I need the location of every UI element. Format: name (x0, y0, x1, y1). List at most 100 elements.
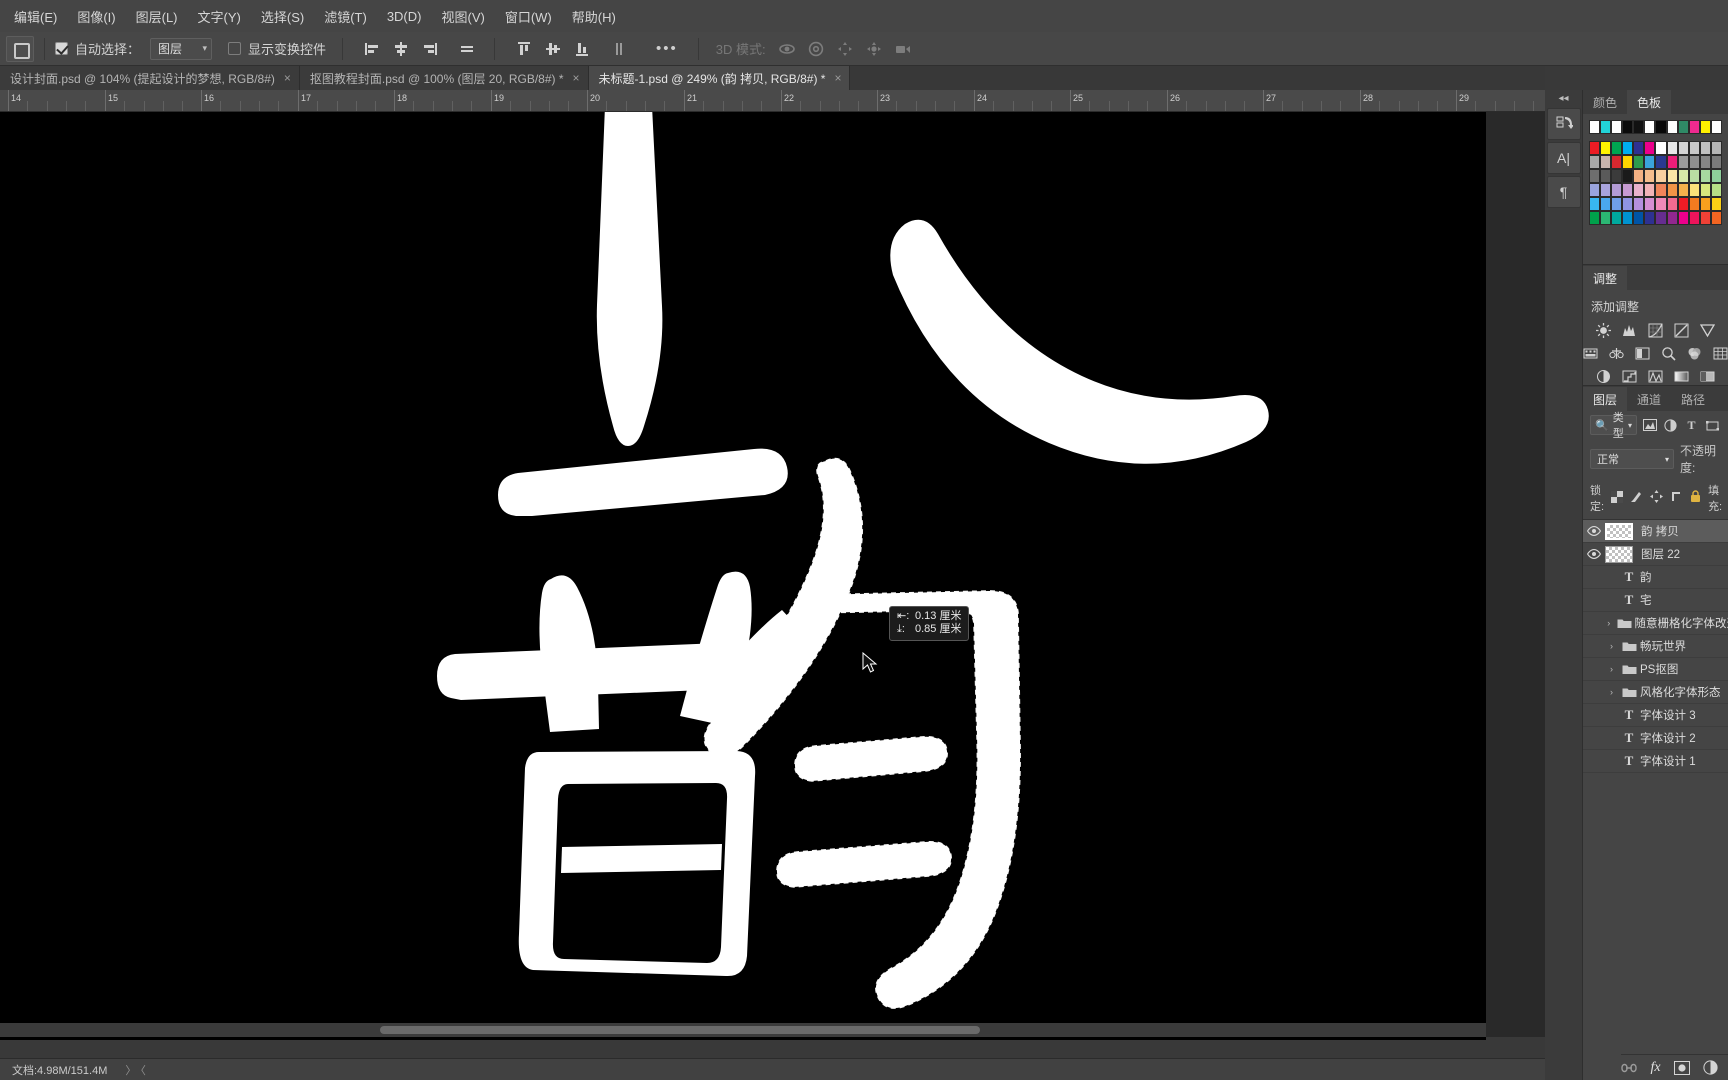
color-swatch[interactable] (1611, 211, 1623, 225)
close-icon[interactable]: × (834, 71, 841, 85)
lock-position-icon[interactable] (1650, 490, 1664, 506)
color-swatch[interactable] (1666, 197, 1678, 211)
layer-row[interactable]: 韵 拷贝 (1583, 520, 1728, 543)
group-expand-chevron-icon[interactable]: › (1605, 664, 1618, 674)
layer-row[interactable]: T 字体设计 2 (1583, 727, 1728, 750)
move-tool-icon[interactable] (6, 35, 34, 62)
align-left-edges-icon[interactable] (359, 37, 385, 61)
color-swatch[interactable] (1710, 141, 1722, 155)
color-swatch[interactable] (1622, 169, 1634, 183)
photo-filter-icon[interactable] (1660, 345, 1677, 361)
color-swatch[interactable] (1644, 183, 1656, 197)
color-swatch[interactable] (1666, 155, 1678, 169)
color-swatch[interactable] (1666, 120, 1678, 134)
color-swatch[interactable] (1677, 197, 1689, 211)
posterize-icon[interactable] (1621, 368, 1638, 384)
color-swatch[interactable] (1589, 211, 1601, 225)
layer-mask-icon[interactable] (1674, 1059, 1690, 1076)
color-swatch[interactable] (1655, 211, 1667, 225)
layer-row[interactable]: 图层 22 (1583, 543, 1728, 566)
color-lookup-icon[interactable] (1712, 345, 1728, 361)
color-swatch[interactable] (1655, 197, 1667, 211)
color-swatch[interactable] (1666, 141, 1678, 155)
color-swatch[interactable] (1600, 169, 1612, 183)
color-swatch[interactable] (1600, 211, 1612, 225)
tab-swatches[interactable]: 色板 (1627, 90, 1672, 114)
color-swatch[interactable] (1666, 211, 1678, 225)
menu-item-3d[interactable]: 3D(D) (377, 5, 432, 28)
color-swatch[interactable] (1600, 155, 1612, 169)
color-swatch[interactable] (1677, 155, 1689, 169)
close-icon[interactable]: × (284, 71, 291, 85)
color-swatch[interactable] (1622, 141, 1634, 155)
swatches-grid[interactable] (1583, 114, 1728, 233)
color-swatch[interactable] (1600, 120, 1612, 134)
color-swatch[interactable] (1710, 211, 1722, 225)
tab-paths[interactable]: 路径 (1671, 387, 1716, 411)
color-swatch[interactable] (1677, 141, 1689, 155)
color-swatch[interactable] (1611, 169, 1623, 183)
color-swatch[interactable] (1633, 169, 1645, 183)
channel-mixer-icon[interactable] (1686, 345, 1703, 361)
color-swatch[interactable] (1633, 155, 1645, 169)
layer-row[interactable]: › PS抠图 (1583, 658, 1728, 681)
menu-item-image[interactable]: 图像(I) (67, 3, 125, 30)
color-swatch[interactable] (1699, 141, 1711, 155)
color-swatch[interactable] (1600, 141, 1612, 155)
filter-adjustment-icon[interactable] (1662, 416, 1679, 434)
color-swatch[interactable] (1611, 197, 1623, 211)
selective-color-icon[interactable] (1699, 368, 1716, 384)
color-swatch[interactable] (1589, 183, 1601, 197)
curves-icon[interactable] (1647, 322, 1664, 338)
scrollbar-thumb[interactable] (380, 1026, 980, 1034)
align-top-edges-icon[interactable] (511, 37, 537, 61)
color-swatch[interactable] (1611, 155, 1623, 169)
document-canvas[interactable]: ⇤: 0.13 厘米 ⤓: 0.85 厘米 (0, 112, 1486, 1040)
layer-visibility-toggle-icon[interactable] (1583, 549, 1605, 559)
color-swatch[interactable] (1699, 197, 1711, 211)
color-swatch[interactable] (1644, 197, 1656, 211)
align-vertical-centers-icon[interactable] (540, 37, 566, 61)
layer-row[interactable]: T韵 (1583, 566, 1728, 589)
layer-row[interactable]: T宅 (1583, 589, 1728, 612)
vibrance-icon[interactable] (1699, 322, 1716, 338)
color-swatch[interactable] (1600, 183, 1612, 197)
color-swatch[interactable] (1633, 120, 1645, 134)
color-swatch[interactable] (1710, 120, 1722, 134)
status-arrows[interactable]: 〉〈 (125, 1062, 150, 1078)
menu-item-type[interactable]: 文字(Y) (188, 3, 251, 30)
color-swatch[interactable] (1688, 120, 1700, 134)
menu-item-filter[interactable]: 滤镜(T) (314, 3, 377, 30)
color-swatch[interactable] (1699, 211, 1711, 225)
horizontal-ruler[interactable]: 14 15 16 17 18 19 20 21 22 23 24 25 26 27 28 29 (0, 90, 1545, 112)
color-swatch[interactable] (1633, 197, 1645, 211)
filter-type-icon[interactable]: T (1683, 416, 1700, 434)
lock-all-icon[interactable] (1690, 490, 1701, 506)
color-swatch[interactable] (1589, 141, 1601, 155)
history-icon[interactable] (1546, 108, 1581, 140)
color-swatch[interactable] (1622, 211, 1634, 225)
hue-saturation-icon[interactable] (1582, 345, 1599, 361)
document-tab-2[interactable]: 抠图教程封面.psd @ 100% (图层 20, RGB/8#) * × (299, 66, 589, 90)
color-swatch[interactable] (1710, 155, 1722, 169)
document-tab-3[interactable]: 未标题-1.psd @ 249% (韵 拷贝, RGB/8#) * × (588, 66, 851, 90)
color-swatch[interactable] (1633, 211, 1645, 225)
levels-icon[interactable] (1621, 322, 1638, 338)
tab-color[interactable]: 颜色 (1583, 90, 1628, 114)
color-swatch[interactable] (1677, 169, 1689, 183)
color-swatch[interactable] (1644, 141, 1656, 155)
color-swatch[interactable] (1644, 120, 1656, 134)
color-swatch[interactable] (1655, 169, 1667, 183)
align-bottom-edges-icon[interactable] (569, 37, 595, 61)
more-options-button[interactable]: ••• (646, 40, 688, 57)
tab-layers[interactable]: 图层 (1583, 387, 1628, 411)
color-swatch[interactable] (1655, 155, 1667, 169)
distribute-horizontal-icon[interactable] (454, 37, 480, 61)
color-swatch[interactable] (1677, 183, 1689, 197)
color-swatch[interactable] (1622, 155, 1634, 169)
color-swatch[interactable] (1600, 197, 1612, 211)
color-swatch[interactable] (1611, 120, 1623, 134)
layer-filter-type-dropdown[interactable]: 🔍 类型 ▾ (1590, 412, 1637, 440)
color-swatch[interactable] (1688, 183, 1700, 197)
layer-row[interactable]: › 随意栅格化字体改造 (1583, 612, 1728, 635)
